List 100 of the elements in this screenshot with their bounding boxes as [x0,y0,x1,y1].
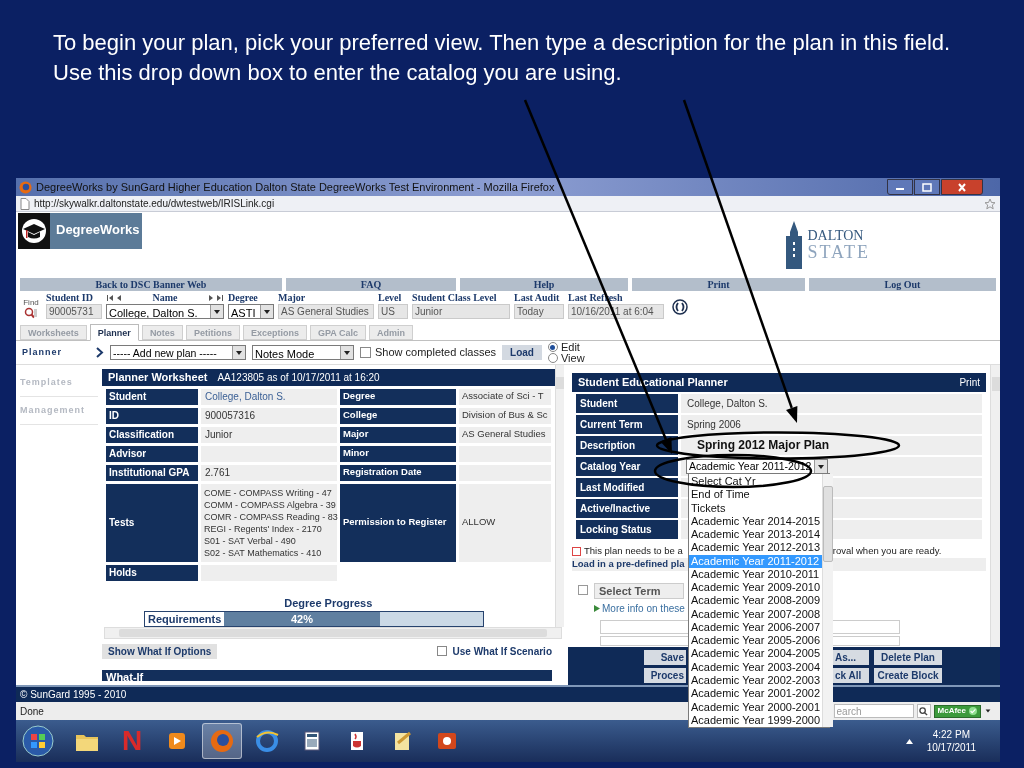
nav-link[interactable]: Print [632,278,805,291]
caret-down-icon[interactable] [984,707,992,715]
worksheet-subtitle: AA123805 as of 10/17/2011 at 16:20 [217,370,380,385]
action-button[interactable]: ck All [833,667,869,683]
action-button[interactable]: Proces [644,667,686,683]
checkbox-label: Show completed classes [375,345,497,361]
cell-text: Spring 2006 [687,418,741,432]
close-button[interactable] [941,179,983,195]
school-name: DALTON [807,229,865,243]
action-button[interactable]: Create Block [874,667,942,683]
student-link[interactable]: College, Dalton S. [201,388,337,405]
dropdown-option[interactable]: End of Time [689,488,823,502]
row-label: Degree [340,388,456,405]
refresh-icon[interactable] [672,299,688,315]
mode-select[interactable]: Notes Mode [252,345,354,360]
dropdown-option[interactable]: Academic Year 2014-2015 [689,514,823,529]
maximize-button[interactable] [914,179,940,195]
test-score: S02 - SAT Mathematics - 410 [204,546,323,559]
url-text: http://skywalkr.daltonstate.edu/dwtestweb/IRISLink.cgi [34,197,275,211]
row-label: Institutional GPA [106,464,198,481]
nav-link[interactable]: Log Out [809,278,996,291]
page-icon [20,197,30,210]
star-icon[interactable] [984,197,996,210]
search-button[interactable] [916,704,931,718]
row-label: Student [576,394,678,413]
status-text: Done [20,704,44,719]
dropdown-option[interactable]: Academic Year 2009-2010 [689,581,823,595]
what-if-options-button[interactable]: Show What If Options [102,643,218,659]
description-field[interactable]: Spring 2012 Major Plan [697,438,830,453]
checkbox[interactable] [360,347,371,358]
dropdown-option[interactable]: Academic Year 2005-2006 [689,634,823,648]
plan-select[interactable]: ----- Add new plan ----- [110,345,246,360]
checkbox[interactable] [436,646,447,656]
table-cell: Junior [201,426,337,443]
dropdown-option[interactable]: Academic Year 2002-2003 [689,674,823,688]
table-cell: Division of Bus & Sc [459,407,551,424]
field-label: Student Class Level [412,291,497,305]
dropdown-option[interactable]: Academic Year 1999-2000 [689,713,823,728]
dropdown-option[interactable]: Academic Year 2004-2005 [689,647,823,661]
progress-reading: 42% [290,611,313,627]
scrollbar[interactable] [104,627,562,639]
test-score: S01 - SAT Verbal - 490 [204,534,297,547]
test-score: COME - COMPASS Writing - 47 [204,486,333,499]
load-button[interactable]: Load [502,345,542,360]
dropdown-option[interactable]: Academic Year 2000-2001 [689,700,823,714]
search-icon[interactable] [24,307,38,319]
chevron-right-icon [96,347,104,358]
tab[interactable]: Planner [89,324,139,341]
next-arrows-icon[interactable] [206,293,224,302]
dropdown-option[interactable]: Academic Year 2008-2009 [689,594,823,608]
dropdown-option[interactable]: Academic Year 2001-2002 [689,687,823,701]
dropdown-option[interactable]: Academic Year 2013-2014 [689,528,823,542]
checkbox[interactable] [572,547,581,556]
field-value: AS General Studies [278,304,374,319]
cell-text: College, Dalton S. [687,397,768,411]
dropdown-option[interactable]: Academic Year 2010-2011 [689,567,823,582]
previous-arrows-icon[interactable] [106,293,124,302]
dropdown-option[interactable]: Tickets [689,501,823,515]
scrollbar[interactable] [990,365,1000,647]
dropdown-option[interactable]: Academic Year 2007-2008 [689,607,823,621]
start-button-icon[interactable] [22,725,54,757]
search-field[interactable]: earch [833,704,914,718]
print-link[interactable]: Print [959,375,980,390]
dropdown-option[interactable]: Academic Year 2006-2007 [689,620,823,635]
nav-link[interactable]: Help [460,278,628,291]
school-name: STATE [807,243,870,261]
table-cell: ALLOW [459,483,551,562]
row-label: Registration Date [340,464,456,481]
radio-button[interactable] [547,353,558,363]
close-icon [957,182,967,192]
section-title: What-If [105,670,145,681]
term-select[interactable]: Select Term [594,583,684,599]
dropdown-option[interactable]: Academic Year 2003-2004 [689,660,823,674]
name-select[interactable]: ASTI [228,304,274,319]
dropdown-option[interactable]: Academic Year 2012-2013 [689,541,823,555]
side-menu-item[interactable]: Planner [22,345,90,360]
field-value: 90005731 [46,304,102,319]
badge-text: McAfee [937,705,966,717]
mcafee-badge[interactable]: McAfee [933,704,981,718]
action-button[interactable]: Save [644,649,686,665]
row-label: Catalog Year [576,457,678,476]
checkbox[interactable] [578,585,588,595]
field-value: US [378,304,408,319]
window-title: DegreeWorks by SunGard Higher Education Dalton State DegreeWorks Test Environment - Mozilla Firefox [36,179,555,195]
minimize-button[interactable] [887,179,913,195]
row-label: Current Term [576,415,678,434]
nav-link[interactable]: FAQ [286,278,456,291]
field-value: Today [514,304,564,319]
progress-title: Degree Progress [283,595,374,611]
action-button[interactable]: Delete Plan [874,649,942,665]
scrollbar[interactable] [554,365,564,627]
approval-text: roval when you are ready. [832,544,942,559]
restore-icon [922,182,932,192]
nav-link[interactable]: Back to DSC Banner Web [20,278,282,291]
caret-up-icon[interactable] [905,738,913,744]
radio-label: View [560,352,585,364]
radio-button[interactable] [547,342,558,352]
info-link[interactable]: More info on these [602,601,685,616]
scrollbar[interactable] [822,474,834,727]
action-button[interactable]: As... [833,649,869,665]
